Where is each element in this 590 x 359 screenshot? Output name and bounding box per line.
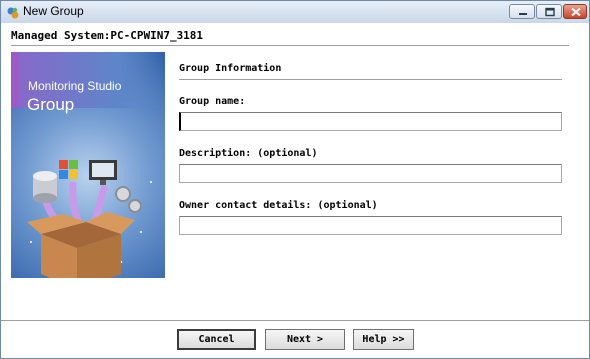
close-button[interactable] — [563, 4, 587, 19]
managed-system-label: Managed System:PC-CPWIN7_3181 — [11, 29, 204, 42]
minimize-icon — [519, 13, 527, 15]
app-icon — [6, 5, 20, 19]
banner-product: Monitoring Studio — [28, 79, 122, 93]
header-divider — [11, 45, 569, 46]
section-divider — [179, 79, 562, 80]
banner-heading: Group — [27, 95, 75, 114]
group-name-label: Group name: — [179, 96, 246, 107]
maximize-icon — [545, 7, 555, 17]
owner-contact-input[interactable] — [179, 216, 562, 235]
section-title: Group Information — [179, 63, 282, 74]
window-title: New Group — [23, 4, 84, 18]
description-label: Description: (optional) — [179, 148, 318, 159]
close-icon — [571, 7, 581, 17]
maximize-button[interactable] — [536, 4, 562, 19]
wizard-banner: Monitoring Studio Group — [11, 52, 165, 278]
cancel-button[interactable]: Cancel — [177, 329, 256, 350]
title-bar[interactable]: New Group — [1, 1, 589, 24]
monitor-icon — [89, 160, 117, 185]
dialog-content: Managed System:PC-CPWIN7_3181 Monitoring… — [1, 23, 589, 358]
gears-icon — [115, 186, 142, 213]
group-name-input[interactable] — [179, 112, 562, 131]
help-button[interactable]: Help >> — [353, 329, 414, 350]
box-icon — [27, 212, 135, 278]
group-illustration — [27, 160, 152, 278]
minimize-button[interactable] — [509, 4, 535, 19]
description-input[interactable] — [179, 164, 562, 183]
next-button[interactable]: Next > — [265, 329, 345, 350]
database-icon — [33, 171, 57, 203]
windows-logo-icon — [59, 160, 78, 179]
banner-accent — [11, 52, 19, 108]
owner-contact-label: Owner contact details: (optional) — [179, 200, 378, 211]
footer-divider — [1, 320, 589, 321]
new-group-window: New Group Managed System:PC-CPWIN7_3181 … — [0, 0, 590, 359]
